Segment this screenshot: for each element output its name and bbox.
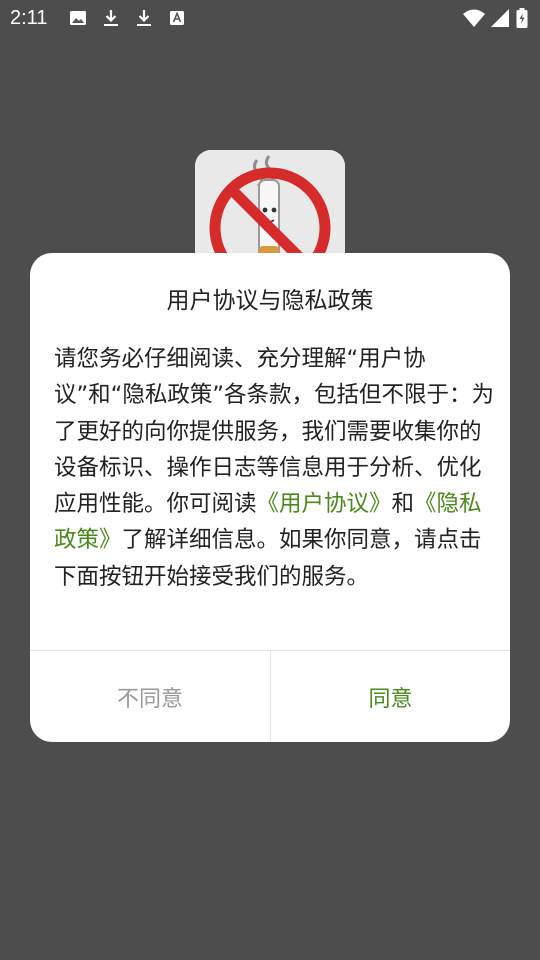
privacy-dialog: 用户协议与隐私政策 请您务必仔细阅读、充分理解“用户协议”和“隐私政策”各条款，… [30,253,510,742]
disagree-button-label: 不同意 [116,686,183,712]
disagree-button[interactable]: 不同意 [30,651,270,742]
dialog-body: 请您务必仔细阅读、充分理解“用户协议”和“隐私政策”各条款，包括但不限于：为了更… [54,341,494,595]
agree-button[interactable]: 同意 [271,651,510,742]
dialog-title: 用户协议与隐私政策 [166,288,374,314]
user-agreement-link[interactable]: 《用户协议》 [257,491,392,517]
agree-button-label: 同意 [368,686,413,712]
body-text-and: 和 [391,491,415,518]
